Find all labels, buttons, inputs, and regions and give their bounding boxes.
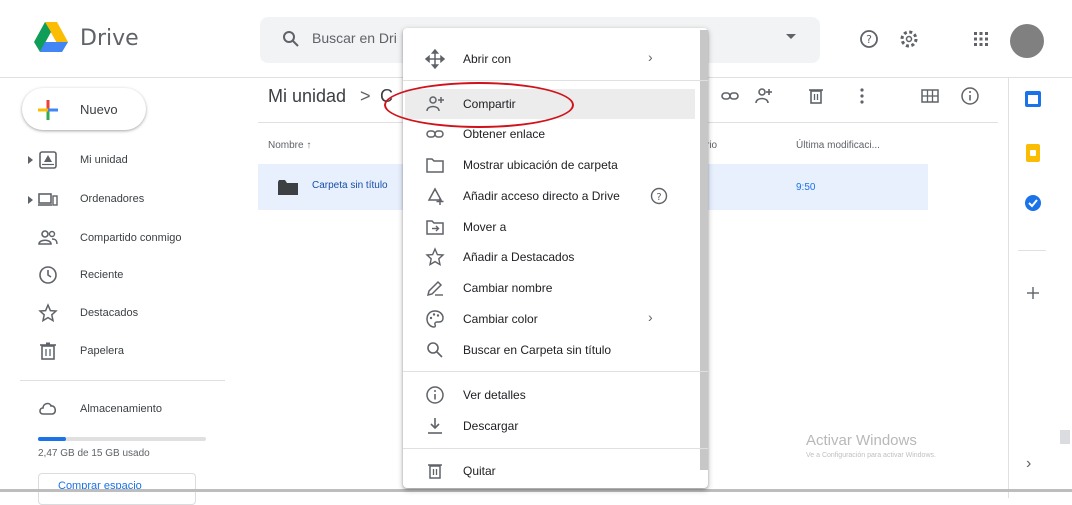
avatar[interactable]	[1010, 24, 1044, 58]
chevron-right-icon: ›	[648, 309, 653, 325]
trash-icon	[40, 342, 56, 360]
info-icon[interactable]	[960, 86, 980, 106]
menu-item-label: Cambiar color	[463, 312, 538, 326]
storage-usage-text: 2,47 GB de 15 GB usado	[38, 448, 150, 459]
share-person-icon[interactable]	[754, 86, 774, 106]
column-header-modified[interactable]: Última modificaci...	[796, 140, 880, 151]
context-menu-scrollbar[interactable]	[700, 30, 708, 470]
star-icon	[38, 303, 58, 323]
menu-item-view-details[interactable]	[403, 380, 696, 410]
sidebar-item-label: Ordenadores	[80, 193, 145, 205]
search-options-icon[interactable]	[786, 34, 796, 39]
clock-icon	[39, 266, 57, 284]
sidebar-divider	[20, 380, 225, 381]
highlight-circle-annotation	[384, 82, 574, 128]
rename-pencil-icon	[426, 280, 443, 297]
grid-view-icon[interactable]	[920, 86, 940, 106]
menu-item-label: Descargar	[463, 419, 519, 433]
calendar-icon[interactable]	[1024, 90, 1042, 108]
move-to-icon	[426, 220, 444, 235]
plus-icon	[38, 100, 58, 120]
apps-grid-icon[interactable]	[970, 28, 992, 50]
storage-label: Almacenamiento	[80, 403, 162, 415]
chevron-right-icon: ›	[648, 49, 653, 65]
side-panel-separator	[1018, 250, 1046, 251]
download-icon	[428, 418, 442, 434]
tasks-icon[interactable]	[1024, 194, 1042, 212]
palette-icon	[426, 310, 444, 328]
plus-icon[interactable]	[1024, 284, 1042, 302]
search-icon	[427, 342, 443, 358]
expand-arrow-icon[interactable]	[28, 196, 33, 204]
menu-item-label: Cambiar nombre	[463, 281, 553, 295]
scrollbar[interactable]	[1060, 430, 1070, 444]
breadcrumb-separator: >	[360, 86, 371, 106]
help-icon[interactable]: ?	[650, 187, 668, 205]
folder-outline-icon	[426, 158, 444, 173]
menu-item-label: Quitar	[463, 464, 496, 478]
sort-arrow-up-icon[interactable]: ↑	[306, 140, 311, 151]
app-name: Drive	[80, 26, 139, 51]
info-icon	[426, 386, 444, 404]
trash-icon[interactable]	[806, 86, 826, 106]
keep-icon[interactable]	[1024, 144, 1042, 162]
svg-text:?: ?	[866, 33, 872, 46]
menu-item-label: Ver detalles	[463, 388, 526, 402]
sidebar-item-label: Reciente	[80, 269, 124, 281]
menu-divider	[403, 80, 708, 81]
link-icon[interactable]	[720, 86, 740, 106]
menu-item-label: Mover a	[463, 220, 507, 234]
my-drive-icon	[39, 151, 57, 169]
menu-item-move-to[interactable]	[403, 212, 696, 242]
storage-progress-fill	[38, 437, 66, 441]
help-icon[interactable]: ?	[858, 28, 880, 50]
menu-item-label: Añadir acceso directo a Drive	[463, 189, 620, 203]
sidebar-item-label: Destacados	[80, 307, 139, 319]
sidebar-item-label: Papelera	[80, 345, 125, 357]
cloud-icon	[39, 402, 57, 415]
chevron-right-icon[interactable]: ›	[1026, 455, 1031, 473]
menu-divider	[403, 371, 708, 372]
menu-item-label: Obtener enlace	[463, 127, 546, 141]
column-header-label: Nombre	[268, 140, 304, 151]
menu-divider	[403, 448, 708, 449]
svg-text:?: ?	[656, 192, 661, 203]
menu-item-download[interactable]	[403, 411, 696, 441]
windows-watermark-title: Activar Windows	[806, 432, 917, 449]
breadcrumb-root[interactable]: Mi unidad	[268, 86, 346, 107]
sidebar-item-label: Compartido conmigo	[80, 232, 182, 244]
menu-item-remove[interactable]	[403, 456, 696, 486]
menu-item-label: Abrir con	[463, 52, 512, 66]
settings-icon[interactable]	[898, 28, 920, 50]
column-header-name[interactable]: Nombre ↑	[268, 140, 311, 151]
menu-item-label: Añadir a Destacados	[463, 250, 575, 264]
new-button-label: Nuevo	[80, 102, 118, 117]
computers-icon	[38, 193, 58, 206]
menu-item-label: Mostrar ubicación de carpeta	[463, 158, 618, 172]
drive-logo-icon[interactable]	[34, 22, 68, 52]
more-vert-icon[interactable]	[852, 86, 872, 106]
link-icon	[426, 130, 444, 138]
add-shortcut-icon	[427, 187, 444, 205]
search-icon[interactable]	[282, 30, 300, 48]
open-with-icon	[425, 49, 445, 69]
windows-watermark-subtitle: Ve a Configuración para activar Windows.	[806, 452, 936, 459]
side-panel-divider	[1008, 78, 1009, 498]
search-input[interactable]	[312, 30, 402, 46]
menu-item-label: Buscar en Carpeta sin título	[463, 343, 612, 357]
folder-icon	[278, 180, 298, 195]
expand-arrow-icon[interactable]	[28, 156, 33, 164]
sidebar-item-label: Mi unidad	[80, 154, 128, 166]
trash-icon	[428, 464, 442, 479]
star-outline-icon	[425, 247, 445, 267]
shared-icon	[38, 230, 58, 245]
file-name[interactable]: Carpeta sin título	[312, 180, 388, 191]
file-modified: 9:50	[796, 182, 816, 193]
